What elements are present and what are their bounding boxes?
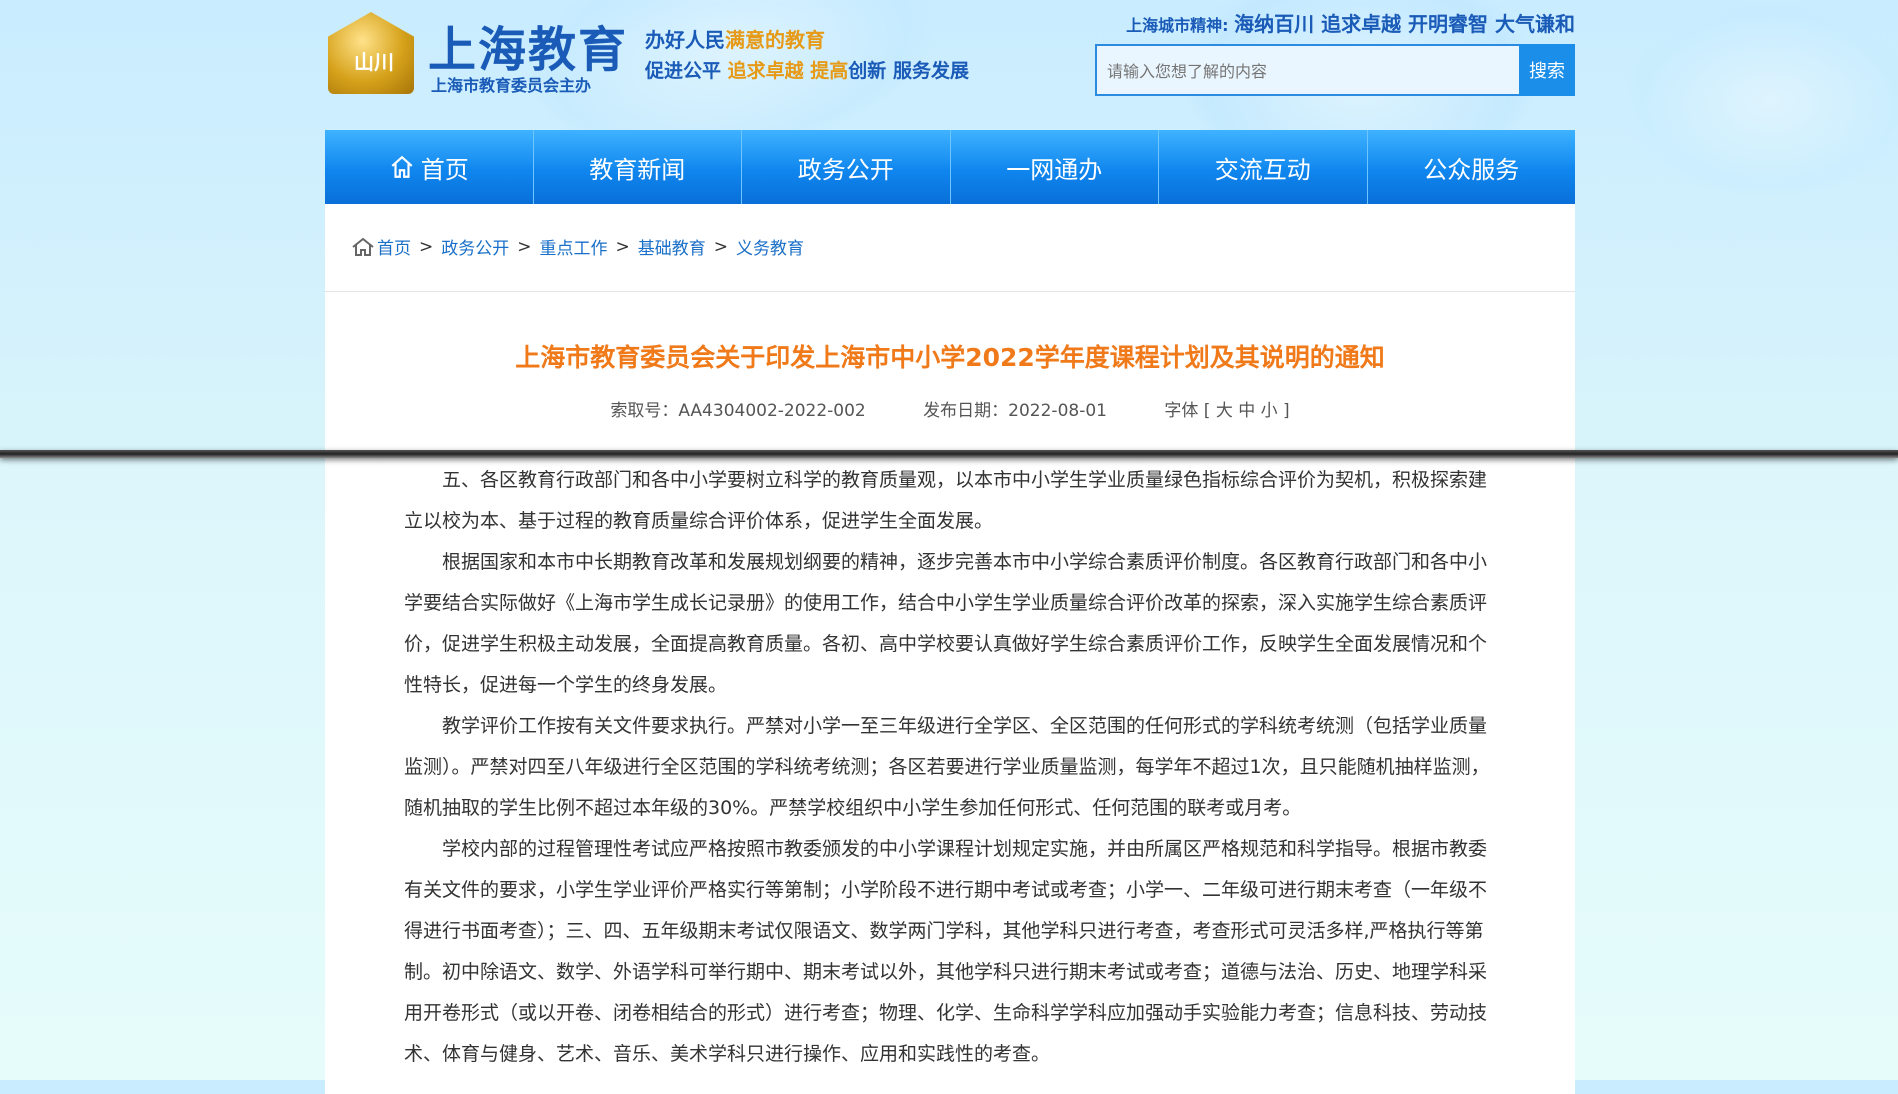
logo-emblem-text: 山川	[354, 50, 394, 74]
nav-item-education-news[interactable]: 教育新闻	[534, 130, 742, 204]
article-title: 上海市教育委员会关于印发上海市中小学2022学年度课程计划及其说明的通知	[515, 343, 1385, 372]
scroll-divider	[0, 450, 1898, 458]
font-size-control[interactable]: 字体 [ 大 中 小 ]	[1164, 401, 1289, 421]
nav-item-one-stop-service[interactable]: 一网通办	[951, 130, 1159, 204]
divider	[325, 291, 1575, 292]
nav-item-home[interactable]: 首页	[325, 130, 534, 204]
nav-item-interaction[interactable]: 交流互动	[1159, 130, 1368, 204]
home-icon	[352, 237, 374, 256]
slogan-line-2: 促进公平 追求卓越 提高创新 服务发展	[645, 60, 969, 82]
main-nav: 首页 教育新闻 政务公开 一网通办 交流互动 公众服务	[325, 130, 1575, 204]
logo-title[interactable]: 上海教育	[428, 10, 628, 80]
search-button[interactable]: 搜索	[1519, 44, 1575, 96]
breadcrumb-key-work[interactable]: 重点工作	[540, 234, 608, 259]
breadcrumb-home[interactable]: 首页	[377, 234, 411, 259]
home-icon	[391, 155, 413, 178]
slogan-line-1: 办好人民满意的教育	[645, 28, 825, 52]
article-paragraph: 根据国家和本市中长期教育改革和发展规划纲要的精神，逐步完善本市中小学综合素质评价…	[404, 551, 1488, 696]
article-paragraph: 五、各区教育行政部门和各中小学要树立科学的教育质量观，以本市中小学生学业质量绿色…	[404, 469, 1488, 532]
logo-emblem-icon[interactable]: 山川	[328, 12, 414, 94]
publish-date: 发布日期：2022-08-01	[923, 401, 1107, 421]
header-decoration	[1620, 0, 1898, 200]
article-paragraph: 学校内部的过程管理性考试应严格按照市教委颁发的中小学课程计划规定实施，并由所属区…	[404, 838, 1488, 1065]
breadcrumb-basic-education[interactable]: 基础教育	[638, 234, 706, 259]
article-paragraph: 教学评价工作按有关文件要求执行。严禁对小学一至三年级进行全学区、全区范围的任何形…	[404, 715, 1490, 819]
index-number: 索取号：AA4304002-2022-002	[610, 401, 866, 421]
breadcrumb-government-affairs[interactable]: 政务公开	[441, 234, 509, 259]
logo-subtitle: 上海市教育委员会主办	[431, 76, 592, 95]
search-box	[1095, 44, 1521, 96]
search-input[interactable]	[1105, 46, 1509, 96]
site-header: 山川 上海教育 上海市教育委员会主办 办好人民满意的教育 促进公平 追求卓越 提…	[325, 0, 1575, 130]
city-spirit: 上海城市精神: 海纳百川 追求卓越 开明睿智 大气谦和	[1126, 12, 1575, 36]
article-meta: 索取号：AA4304002-2022-002 发布日期：2022-08-01 字…	[325, 396, 1575, 421]
breadcrumb-compulsory-education[interactable]: 义务教育	[736, 234, 804, 259]
nav-item-public-service[interactable]: 公众服务	[1368, 130, 1576, 204]
nav-item-government-affairs[interactable]: 政务公开	[742, 130, 951, 204]
page-wrapper: 山川 上海教育 上海市教育委员会主办 办好人民满意的教育 促进公平 追求卓越 提…	[325, 0, 1575, 1094]
breadcrumb: 首页 > 政务公开 > 重点工作 > 基础教育 > 义务教育	[351, 234, 804, 259]
article-body: 五、各区教育行政部门和各中小学要树立科学的教育质量观，以本市中小学生学业质量绿色…	[404, 460, 1494, 1075]
